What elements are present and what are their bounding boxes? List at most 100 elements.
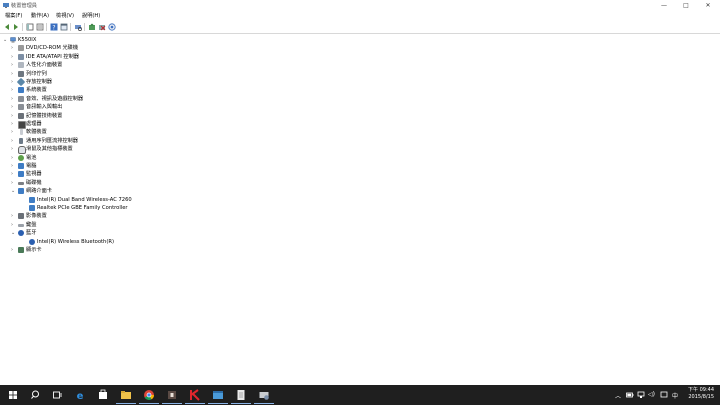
expand-chevron-icon[interactable]: › [11, 246, 17, 254]
tree-item-label: 軟體裝置 [26, 129, 47, 136]
volume-icon[interactable]: ◁) [648, 391, 655, 398]
display-adapter-icon [18, 247, 24, 253]
device-manager-taskbar-icon[interactable] [254, 387, 274, 404]
document-icon[interactable] [231, 387, 251, 404]
hid-icon [18, 62, 24, 69]
network-adapter-icon [18, 188, 24, 195]
svg-text:?: ? [52, 24, 55, 31]
app-window-icon[interactable] [208, 387, 228, 404]
menu-help[interactable]: 說明(H) [82, 12, 100, 19]
chrome-icon[interactable] [139, 387, 159, 404]
menu-view[interactable]: 檢視(V) [56, 12, 74, 19]
menu-action[interactable]: 動作(A) [31, 12, 49, 19]
expand-chevron-icon[interactable]: › [11, 53, 17, 61]
disk-drive-icon [18, 181, 24, 185]
tree-item-label: IDE ATA/ATAPI 控制器 [26, 53, 79, 60]
tree-item-label: 系統裝置 [26, 87, 47, 94]
tree-item-label: 電池 [26, 154, 37, 161]
expand-chevron-icon[interactable]: › [11, 162, 17, 170]
system-devices-icon [18, 87, 24, 94]
expand-chevron-icon[interactable]: › [11, 70, 17, 78]
expand-chevron-icon[interactable]: › [11, 170, 17, 178]
file-explorer-icon[interactable] [116, 387, 136, 404]
expand-chevron-icon[interactable]: › [11, 221, 17, 229]
app-icon[interactable] [162, 387, 182, 404]
storage-controller-icon [16, 77, 26, 87]
tree-item-label: 影像裝置 [26, 213, 47, 220]
processor-icon [18, 121, 26, 129]
maximize-button[interactable]: □ [675, 0, 697, 11]
battery-icon [18, 154, 24, 161]
input-language-indicator[interactable]: 中 [672, 391, 678, 400]
windows-start-icon[interactable] [3, 387, 23, 403]
computer-icon [10, 37, 16, 43]
title-bar: 裝置管理員 — □ ✕ [0, 0, 720, 11]
menu-bar: 檔案(F) 動作(A) 檢視(V) 說明(H) [0, 11, 720, 20]
view-icon[interactable] [60, 23, 68, 31]
mouse-icon [18, 146, 26, 155]
menu-file[interactable]: 檔案(F) [5, 12, 22, 19]
action-center-icon[interactable] [660, 391, 668, 399]
edge-browser-icon[interactable]: e [70, 387, 90, 403]
tree-item-label: 電腦 [26, 163, 37, 169]
audio-io-icon [18, 104, 24, 111]
toolbar: ? [0, 21, 720, 34]
imaging-icon [18, 213, 24, 220]
show-hidden-icons-icon[interactable]: ︿ [615, 391, 621, 400]
store-icon[interactable] [93, 387, 113, 403]
tree-child-label: Intel(R) Wireless Bluetooth(R) [37, 238, 114, 245]
dvd-drive-icon [18, 45, 24, 52]
expand-chevron-icon[interactable]: › [11, 212, 17, 220]
tree-child-label: Realtek PCIe GBE Family Controller [37, 205, 128, 211]
scan-hardware-icon[interactable] [74, 23, 82, 31]
toolbar-divider [84, 23, 85, 31]
usb-controller-icon [19, 137, 23, 144]
clock-date: 2015/8/15 [688, 394, 714, 400]
expand-chevron-icon[interactable]: › [11, 137, 17, 145]
collapse-chevron-icon[interactable]: ⌄ [11, 187, 17, 195]
expand-chevron-icon[interactable]: › [11, 86, 17, 94]
enable-device-icon[interactable] [108, 23, 116, 31]
forward-arrow-icon[interactable] [12, 23, 20, 31]
toolbar-divider [70, 23, 71, 31]
tree-item-label: DVD/CD-ROM 光碟機 [26, 45, 79, 52]
task-view-icon[interactable] [47, 387, 67, 403]
back-arrow-icon[interactable] [3, 23, 11, 31]
expand-chevron-icon[interactable]: › [11, 154, 17, 162]
update-driver-icon[interactable] [88, 23, 96, 31]
tree-item-label: 列印佇列 [26, 70, 47, 77]
close-button[interactable]: ✕ [697, 0, 719, 11]
toolbar-divider [46, 23, 47, 31]
expand-chevron-icon[interactable]: › [11, 179, 17, 187]
memory-tech-icon [18, 112, 24, 119]
kaspersky-icon[interactable] [185, 387, 205, 404]
toolbar-divider [22, 23, 23, 31]
expand-chevron-icon[interactable]: › [11, 95, 17, 103]
search-icon[interactable] [25, 387, 45, 403]
bluetooth-icon [18, 230, 24, 237]
expand-chevron-icon[interactable]: › [11, 61, 17, 69]
expand-chevron-icon[interactable]: › [11, 145, 17, 153]
svg-text:e: e [77, 391, 84, 402]
minimize-button[interactable]: — [653, 0, 675, 11]
expand-chevron-icon[interactable]: › [11, 120, 17, 128]
collapse-chevron-icon[interactable]: ⌄ [3, 36, 9, 44]
battery-tray-icon[interactable] [626, 391, 634, 399]
console-tree-icon[interactable] [26, 23, 34, 31]
tree-child-label: Intel(R) Dual Band Wireless-AC 7260 [37, 196, 132, 203]
tree-item-label: 磁碟機 [26, 179, 42, 186]
tree-item-label: 音訊輸入與輸出 [26, 104, 63, 111]
tree-item-label: 滑鼠及其他指標裝置 [26, 146, 73, 153]
network-tray-icon[interactable] [637, 391, 645, 399]
expand-chevron-icon[interactable]: › [11, 112, 17, 120]
ide-controller-icon [18, 53, 24, 60]
computer-icon [18, 163, 24, 169]
expand-chevron-icon[interactable]: › [11, 103, 17, 111]
properties-icon[interactable] [36, 23, 44, 31]
collapse-chevron-icon[interactable]: ⌄ [11, 229, 17, 237]
system-clock[interactable]: 下午 09:44 2015/8/15 [688, 387, 714, 401]
expand-chevron-icon[interactable]: › [11, 128, 17, 136]
uninstall-device-icon[interactable] [98, 23, 106, 31]
expand-chevron-icon[interactable]: › [11, 44, 17, 52]
help-icon[interactable]: ? [50, 23, 58, 31]
